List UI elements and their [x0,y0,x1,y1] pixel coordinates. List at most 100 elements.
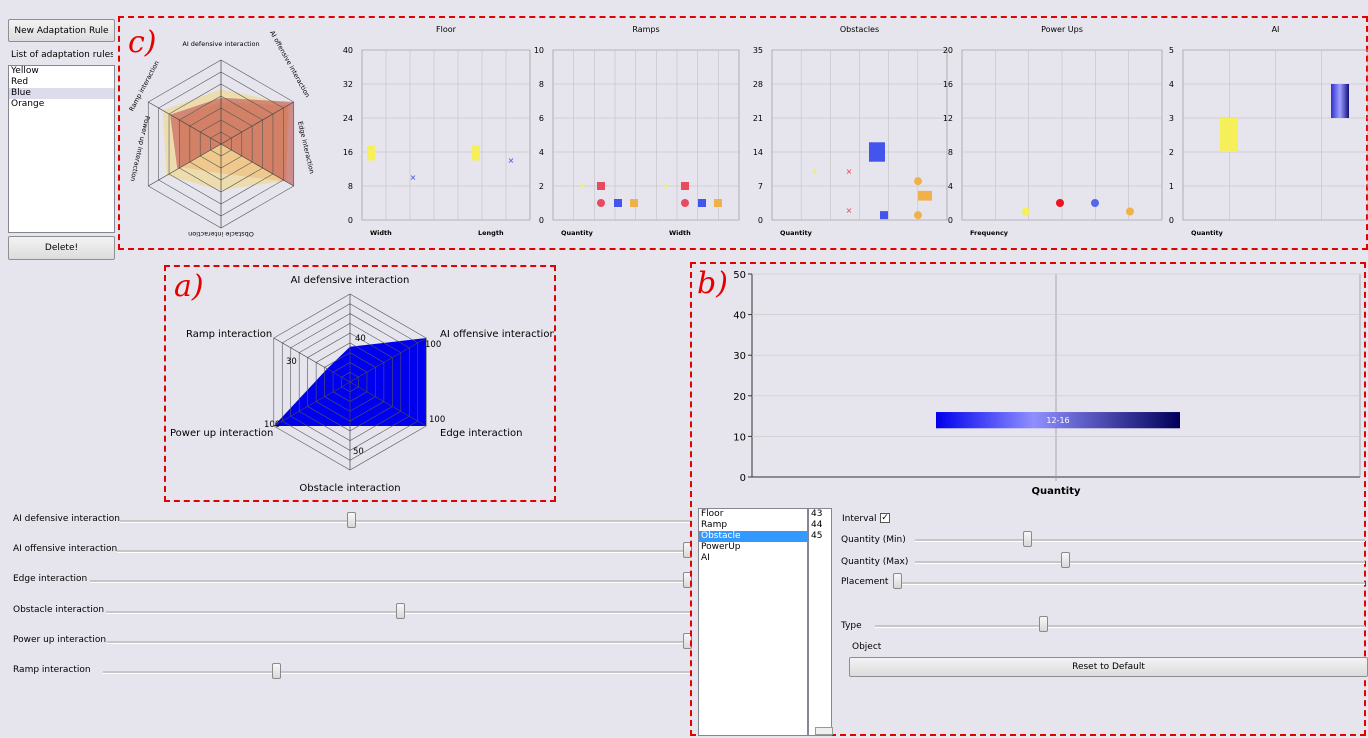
y-tick-label: 20 [943,46,953,55]
quantity-max-thumb[interactable] [1061,552,1070,568]
element-id-list[interactable]: 43 44 45 [808,508,833,736]
y-tick-label: 8 [948,148,953,157]
y-tick-label: 14 [753,148,763,157]
y-tick-label: 0 [948,216,953,225]
mini-chart-frame [552,49,740,221]
range-bar-label: 12-16 [1046,416,1069,425]
point-mark: ✦ [662,182,670,192]
rule-item-orange[interactable]: Orange [9,99,114,110]
y-tick-label: 0 [539,216,544,225]
slider-label: AI defensive interaction [13,514,120,524]
mini-charts: Floor0816243240Width LengthRamps0246810Qu… [343,25,1368,237]
quantity-min-thumb[interactable] [1023,531,1032,547]
element-type-item[interactable]: PowerUp [699,542,807,553]
element-type-list[interactable]: Floor Ramp Obstacle PowerUp AI [698,508,808,736]
slider-track[interactable] [103,671,690,674]
element-type-item[interactable]: Obstacle [699,531,807,542]
x-axis-label: Quantity [780,229,813,237]
delete-rule-button[interactable]: Delete! [8,236,115,260]
y-tick-label: 3 [1169,114,1174,123]
axis-label: Obstacle interaction [188,230,254,238]
mini-chart-title: AI [1272,25,1280,34]
element-type-item[interactable]: Floor [699,509,807,520]
rule-item-red[interactable]: Red [9,77,114,88]
type-track[interactable] [875,625,1365,628]
mini-chart-title: Power Ups [1041,25,1083,34]
slider-label: Edge interaction [13,574,88,584]
value-label: 30 [286,357,297,367]
axis-label-ai-offensive: AI offensive interaction [440,329,554,340]
reset-to-default-button[interactable]: Reset to Default [849,657,1368,677]
point-mark [597,182,605,190]
rule-list-label: List of adaptation rules [11,50,113,60]
quantity-min-track[interactable] [915,539,1365,542]
axis-label-edge: Edge interaction [440,428,522,439]
y-tick-label: 20 [733,392,746,403]
object-label: Object [852,642,882,652]
y-tick-label: 8 [348,182,353,191]
axis-label-ai-defensive: AI defensive interaction [291,275,410,286]
slider-track[interactable] [90,580,690,583]
y-tick-label: 2 [539,182,544,191]
rule-list[interactable]: Yellow Red Blue Orange [8,65,115,233]
placement-track[interactable] [895,582,1365,585]
slider-thumb[interactable] [347,512,356,528]
slider-thumb[interactable] [272,663,281,679]
point-mark-orange [914,211,922,220]
range-mark-yellow [472,145,480,161]
element-type-item[interactable]: AI [699,553,807,564]
rule-item-yellow[interactable]: Yellow [9,66,114,77]
axis-label-ai-defensive: AI defensive interaction [182,40,259,48]
point-mark-blue [880,211,888,220]
point-mark-blue: ✕ [508,157,515,166]
placement-thumb[interactable] [893,573,902,589]
y-tick-label: 4 [1169,80,1174,89]
y-tick-label: 12 [943,114,953,123]
y-tick-label: 10 [534,46,544,55]
slider-label: Power up interaction [13,635,107,645]
quantity-min-label: Quantity (Min) [841,535,906,545]
x-axis-label: Width [370,229,392,237]
quantity-range-chart: 0 10 20 30 40 50 Quantity 12-16 [733,270,1361,497]
list-scroll-thumb[interactable] [815,727,833,735]
x-axis-label: Quantity [561,229,594,237]
quantity-max-track[interactable] [915,561,1365,564]
interval-checkbox[interactable]: ✓ [880,513,890,523]
element-id-item[interactable]: 43 [809,509,831,520]
point-mark [714,199,722,207]
slider-thumb[interactable] [396,603,405,619]
point-mark-red: ✕ [846,206,853,215]
value-label: 100 [425,340,441,350]
element-type-item[interactable]: Ramp [699,520,807,531]
axis-label: Edge interaction [296,121,316,175]
x-axis-label: Quantity [1032,486,1081,497]
element-id-item[interactable]: 45 [809,531,831,542]
element-id-item[interactable]: 44 [809,520,831,531]
point-mark [681,182,689,190]
rule-item-blue[interactable]: Blue [9,88,114,99]
range-mark-orange [918,190,932,201]
y-tick-label: 16 [343,148,353,157]
slider-label: Obstacle interaction [13,605,105,615]
placement-label: Placement [841,577,889,587]
y-tick-label: 30 [733,351,746,362]
new-adaptation-rule-button[interactable]: New Adaptation Rule [8,19,115,42]
point-mark-yellow: ✦ [811,167,819,177]
slider-label: Ramp interaction [13,665,91,675]
slider-label: AI offensive interaction [13,544,118,554]
type-label: Type [841,621,862,631]
axis-label-power-up: Power up interaction [170,428,273,439]
range-mark-blue [869,142,885,162]
y-tick-label: 24 [343,114,353,123]
slider-track[interactable] [120,520,690,523]
axis-label: AI offensive interaction [268,30,311,99]
slider-track[interactable] [117,550,690,553]
point-mark-red [1056,199,1064,207]
y-tick-label: 40 [733,311,746,322]
y-tick-label: 10 [733,432,746,443]
quantity-max-label: Quantity (Max) [841,557,909,567]
y-tick-label: 4 [948,182,953,191]
point-mark: ✦ [578,182,586,192]
slider-track[interactable] [107,641,690,644]
type-thumb[interactable] [1039,616,1048,632]
